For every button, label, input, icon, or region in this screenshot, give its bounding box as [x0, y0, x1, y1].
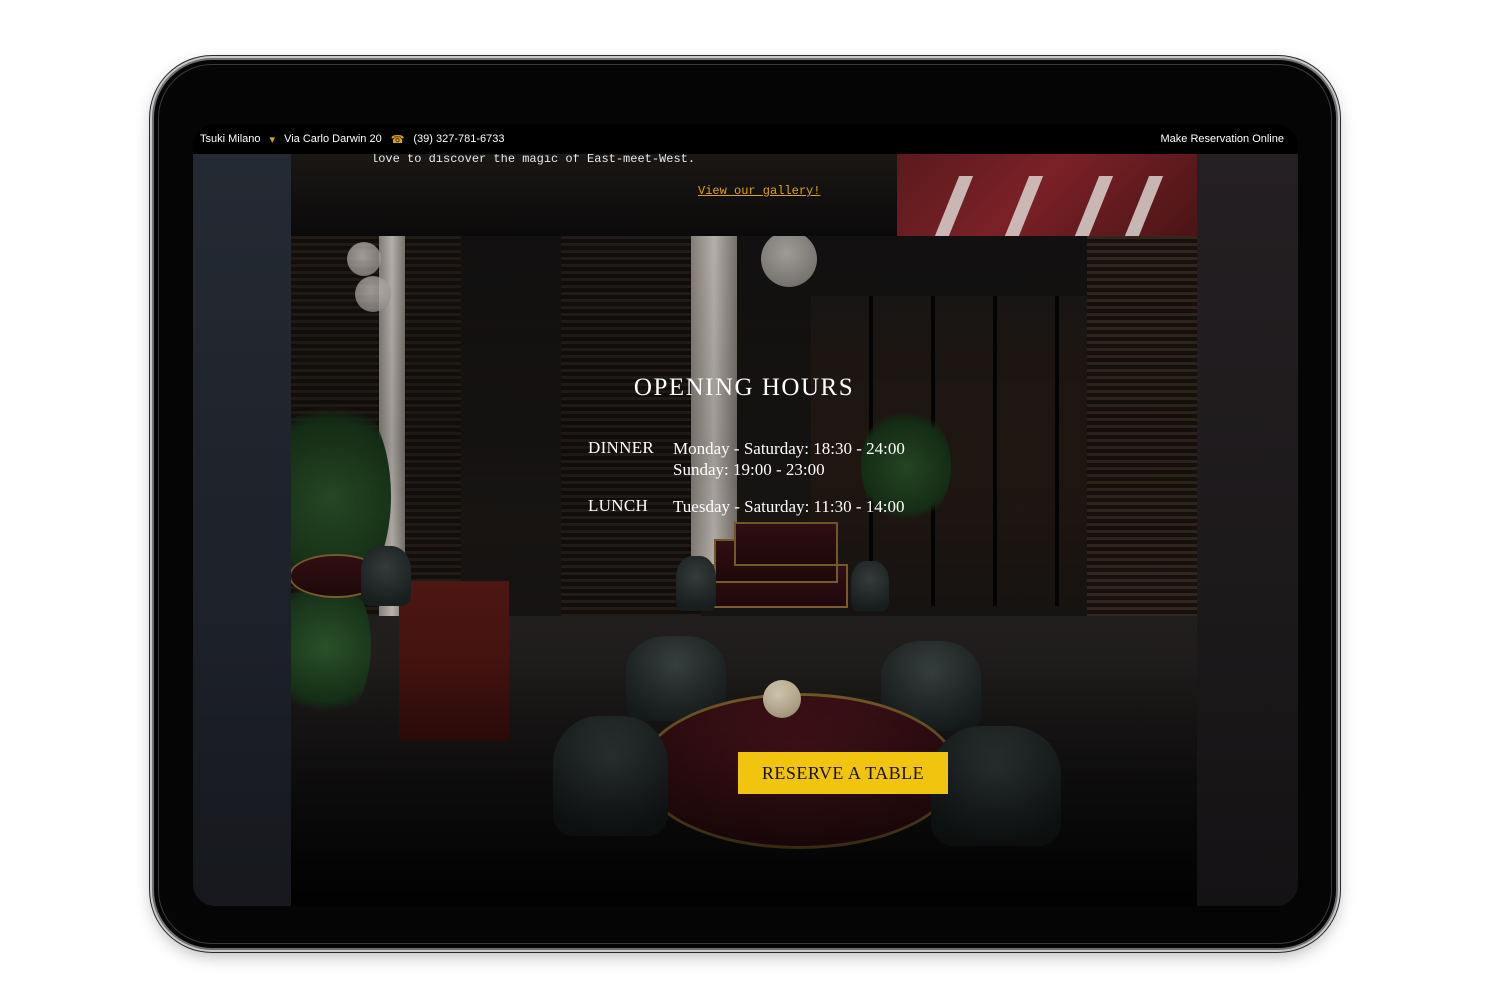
- phone-icon: ☎: [390, 133, 405, 146]
- phone[interactable]: ☎ (39) 327-781-6733: [391, 133, 505, 146]
- top-info-bar: Tsuki Milano ▾ Via Carlo Darwin 20 ☎ (39…: [193, 124, 1298, 154]
- meal-label: LUNCH: [588, 496, 649, 515]
- intro-section: love to discover the magic of East-meet-…: [291, 154, 1197, 236]
- hours-line: Monday - Saturday: 18:30 - 24:00: [673, 439, 905, 458]
- intro-text: love to discover the magic of East-meet-…: [371, 154, 696, 166]
- gallery-link[interactable]: View our gallery!: [698, 184, 820, 198]
- brand-name[interactable]: Tsuki Milano: [200, 133, 261, 145]
- opening-hours-table: DINNER Monday - Saturday: 18:30 - 24:00 …: [588, 438, 905, 533]
- address-text: Via Carlo Darwin 20: [284, 133, 382, 145]
- restaurant-background-image: OPENING HOURS DINNER Monday - Saturday: …: [291, 236, 1197, 906]
- right-margin-panel: [1197, 154, 1298, 906]
- gallery-preview-image: [897, 154, 1197, 236]
- reserve-table-button[interactable]: RESERVE A TABLE: [738, 752, 948, 794]
- phone-text: (39) 327-781-6733: [413, 133, 505, 145]
- main-content: love to discover the magic of East-meet-…: [291, 154, 1197, 906]
- hours-row-lunch: LUNCH Tuesday - Saturday: 11:30 - 14:00: [588, 496, 905, 517]
- meal-label: DINNER: [588, 438, 655, 457]
- make-reservation-link[interactable]: Make Reservation Online: [1160, 133, 1284, 145]
- map-pin-icon: ▾: [269, 133, 276, 146]
- hours-line: Tuesday - Saturday: 11:30 - 14:00: [673, 497, 905, 516]
- hours-row-dinner: DINNER Monday - Saturday: 18:30 - 24:00 …: [588, 438, 905, 480]
- opening-hours-title: OPENING HOURS: [633, 374, 855, 401]
- left-margin-panel: [193, 154, 291, 906]
- hours-line: Sunday: 19:00 - 23:00: [673, 460, 825, 479]
- address[interactable]: ▾ Via Carlo Darwin 20: [270, 133, 382, 146]
- browser-screen: Tsuki Milano ▾ Via Carlo Darwin 20 ☎ (39…: [193, 124, 1298, 906]
